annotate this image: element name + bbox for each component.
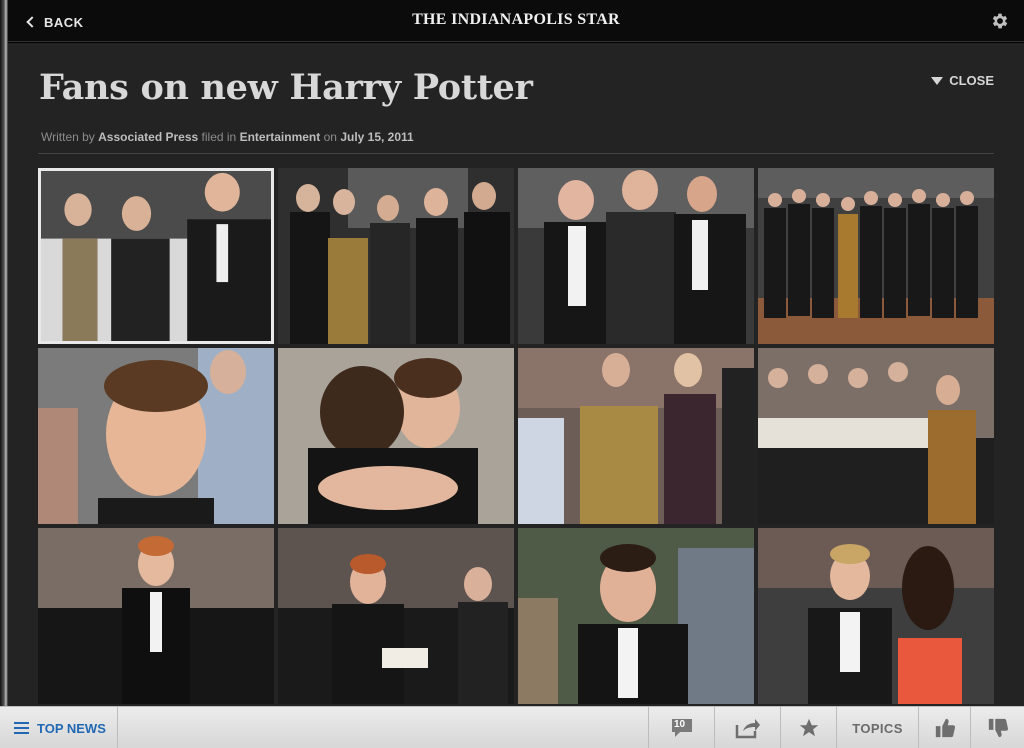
gallery-photo[interactable] — [518, 168, 754, 344]
comments-count: 10 — [674, 719, 686, 730]
thumbs-down-icon — [988, 718, 1008, 738]
topics-label: TOPICS — [852, 720, 903, 736]
left-edge — [0, 0, 8, 748]
gallery-photo[interactable] — [758, 528, 994, 704]
gallery-photo[interactable] — [278, 348, 514, 524]
byline-filed: filed in — [201, 130, 237, 144]
gallery-photo[interactable] — [278, 168, 514, 344]
share-button[interactable] — [714, 707, 780, 748]
byline-section[interactable]: Entertainment — [240, 130, 321, 144]
list-icon — [14, 722, 29, 734]
byline-date: July 15, 2011 — [340, 130, 414, 144]
gallery-photo[interactable] — [758, 348, 994, 524]
byline-author[interactable]: Associated Press — [98, 130, 198, 144]
photo-gallery — [38, 168, 994, 706]
byline-prefix: Written by — [41, 130, 95, 144]
star-icon — [799, 718, 818, 737]
favorite-button[interactable] — [780, 707, 836, 748]
action-group: 10 TOPICS — [648, 707, 1024, 748]
top-news-label: TOP NEWS — [37, 720, 106, 736]
bottom-toolbar: TOP NEWS 10 TOPICS — [0, 706, 1024, 748]
divider — [38, 153, 994, 154]
byline: Written by Associated Press filed in Ent… — [41, 130, 414, 144]
gear-icon[interactable] — [990, 11, 1010, 31]
thumbs-down-button[interactable] — [970, 707, 1024, 748]
gallery-photo[interactable] — [38, 528, 274, 704]
topics-button[interactable]: TOPICS — [836, 707, 918, 748]
gallery-photo[interactable] — [758, 168, 994, 344]
article-panel: Fans on new Harry Potter CLOSE Written b… — [8, 43, 1024, 706]
gallery-photo[interactable] — [278, 528, 514, 704]
byline-on: on — [323, 130, 337, 144]
gallery-photo[interactable] — [38, 168, 274, 344]
thumbs-up-icon — [935, 718, 955, 738]
share-icon — [735, 719, 760, 739]
triangle-down-icon — [931, 76, 944, 85]
thumbs-up-button[interactable] — [918, 707, 970, 748]
gallery-photo[interactable] — [518, 348, 754, 524]
gallery-photo[interactable] — [38, 348, 274, 524]
top-bar: BACK THE INDIANAPOLIS STAR — [8, 0, 1024, 42]
top-news-button[interactable]: TOP NEWS — [0, 707, 118, 748]
comments-button[interactable]: 10 — [648, 707, 714, 748]
article-title: Fans on new Harry Potter — [39, 67, 533, 108]
close-button[interactable]: CLOSE — [931, 73, 994, 88]
brand-title: THE INDIANAPOLIS STAR — [412, 11, 620, 28]
close-label: CLOSE — [949, 73, 994, 88]
gallery-photo[interactable] — [518, 528, 754, 704]
